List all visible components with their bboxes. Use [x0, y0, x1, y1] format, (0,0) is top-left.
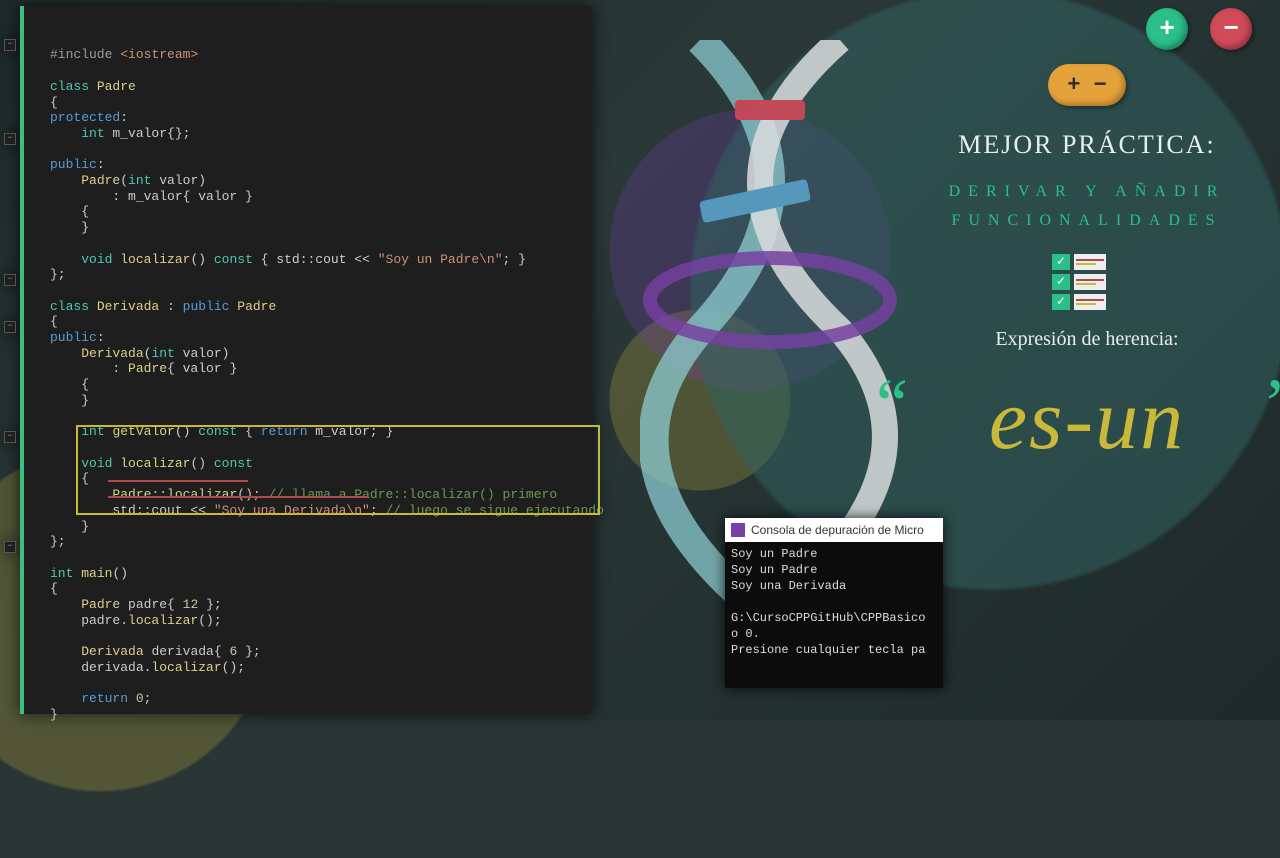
es-un-text: es-un — [989, 371, 1185, 467]
console-title-text: Consola de depuración de Micro — [751, 523, 924, 537]
code-editor[interactable]: #include <iostream> class Padre { protec… — [20, 6, 592, 714]
check-icon: ✓ — [1052, 274, 1070, 290]
plus-icon: + — [1159, 14, 1175, 44]
check-icon: ✓ — [1052, 254, 1070, 270]
console-app-icon — [731, 523, 745, 537]
underline-cout — [108, 496, 368, 498]
section-title: MEJOR PRÁCTICA: — [912, 130, 1262, 160]
underline-call — [108, 480, 248, 482]
open-quote-icon: “ — [876, 363, 908, 446]
fold-marker[interactable]: − — [4, 541, 16, 553]
fold-marker[interactable]: − — [4, 431, 16, 443]
list-lines-icon — [1074, 254, 1106, 270]
minus-icon: − — [1223, 14, 1239, 44]
checklist: ✓ ✓ ✓ — [1052, 254, 1122, 310]
console-titlebar[interactable]: Consola de depuración de Micro — [725, 518, 943, 542]
plus-minus-pill[interactable]: + − — [1048, 64, 1126, 106]
code-area[interactable]: #include <iostream> class Padre { protec… — [24, 6, 592, 858]
plus-button[interactable]: + — [1146, 8, 1188, 50]
tagline-2: FUNCIONALIDADES — [912, 207, 1262, 236]
minus-button[interactable]: − — [1210, 8, 1252, 50]
subtitle: Expresión de herencia: — [912, 328, 1262, 351]
fold-marker[interactable]: − — [4, 274, 16, 286]
fold-marker[interactable]: − — [4, 39, 16, 51]
close-quote-icon: ” — [1266, 363, 1280, 446]
list-lines-icon — [1074, 294, 1106, 310]
fold-marker[interactable]: − — [4, 133, 16, 145]
fold-marker[interactable]: − — [4, 321, 16, 333]
plus-minus-icon: + − — [1067, 73, 1107, 98]
list-lines-icon — [1074, 274, 1106, 290]
console-output[interactable]: Soy un Padre Soy un Padre Soy una Deriva… — [725, 542, 943, 662]
debug-console[interactable]: Consola de depuración de Micro Soy un Pa… — [725, 518, 943, 688]
tagline-1: DERIVAR Y AÑADIR — [912, 178, 1262, 207]
check-icon: ✓ — [1052, 294, 1070, 310]
info-panel: + − + − MEJOR PRÁCTICA: DERIVAR Y AÑADIR… — [912, 8, 1262, 469]
